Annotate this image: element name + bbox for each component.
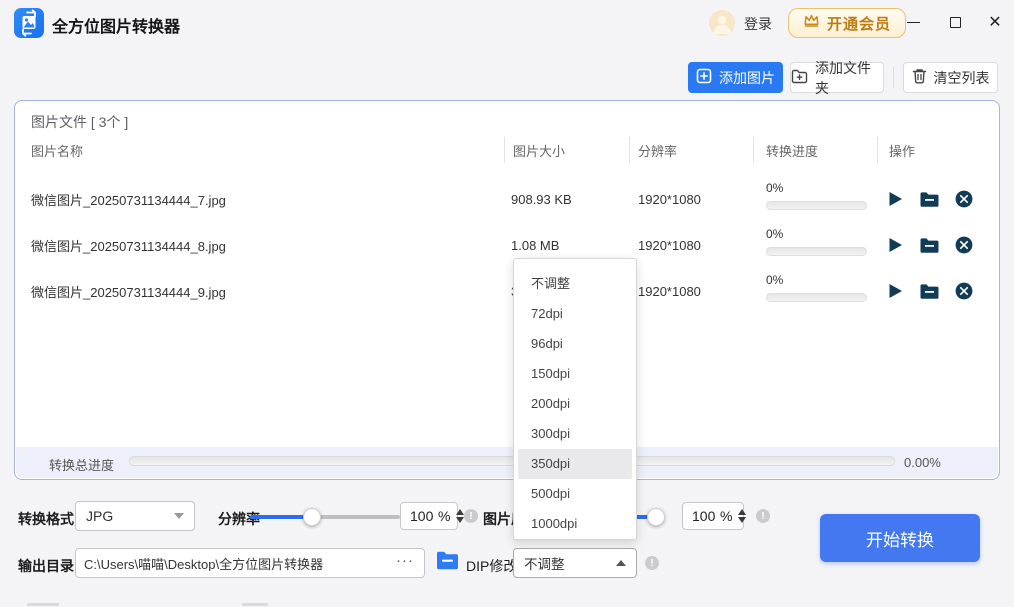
format-label: 转换格式 [18, 509, 74, 529]
file-resolution: 1920*1080 [638, 176, 701, 222]
app-title: 全方位图片转换器 [52, 13, 180, 37]
file-name: 微信图片_20250731134444_9.jpg [31, 268, 226, 314]
row-progress-label: 0% [766, 227, 783, 241]
open-folder-icon[interactable] [920, 190, 939, 209]
quality-slider-handle[interactable] [647, 508, 665, 526]
login-link[interactable]: 登录 [744, 14, 772, 34]
resolution-slider[interactable] [250, 515, 400, 519]
resolution-input[interactable] [410, 508, 438, 524]
menu-item-highlighted[interactable]: 350dpi [518, 449, 632, 479]
file-resolution: 1920*1080 [638, 222, 701, 268]
menu-item[interactable]: 1000dpi [518, 509, 632, 539]
column-divider [629, 137, 630, 163]
info-icon[interactable]: ! [645, 556, 659, 570]
play-icon[interactable] [886, 282, 905, 301]
dip-dropdown-menu: 不调整 72dpi 96dpi 150dpi 200dpi 300dpi 350… [513, 258, 637, 540]
vip-label: 开通会员 [827, 13, 891, 34]
add-image-button[interactable]: 添加图片 [688, 62, 783, 93]
format-select[interactable]: JPG [75, 501, 195, 531]
output-path-input[interactable] [76, 556, 392, 571]
remove-icon[interactable] [954, 190, 973, 209]
quality-input[interactable] [692, 508, 720, 524]
start-convert-button[interactable]: 开始转换 [820, 514, 980, 562]
column-header-size: 图片大小 [513, 141, 565, 160]
total-progress-strip: 转换总进度 0.00% [16, 447, 998, 478]
menu-item[interactable]: 96dpi [518, 329, 632, 359]
clear-list-button[interactable]: 清空列表 [903, 62, 998, 93]
output-dir-label: 输出目录 [18, 556, 74, 576]
column-header-name: 图片名称 [31, 141, 83, 160]
file-size: 908.93 KB [511, 176, 572, 222]
maximize-button[interactable] [940, 8, 970, 36]
file-name: 微信图片_20250731134444_7.jpg [31, 176, 226, 222]
open-folder-icon[interactable] [920, 282, 939, 301]
taskbar-artifact [27, 603, 59, 606]
row-progress-bar [766, 293, 867, 302]
file-list-panel: 图片文件 [ 3个 ] 图片名称 图片大小 分辨率 转换进度 操作 微信图片_2… [14, 100, 1000, 480]
column-divider [877, 137, 878, 163]
row-progress-label: 0% [766, 273, 783, 287]
chevron-down-icon [174, 513, 184, 519]
dip-select[interactable]: 不调整 [513, 548, 637, 578]
remove-icon[interactable] [954, 236, 973, 255]
column-header-actions: 操作 [889, 141, 915, 160]
row-progress-bar [766, 201, 867, 210]
browse-button[interactable]: ··· [392, 552, 424, 575]
column-divider [753, 137, 754, 163]
menu-item[interactable]: 300dpi [518, 419, 632, 449]
trash-icon [912, 68, 927, 87]
app-window: 全方位图片转换器 登录 开通会员 ✕ [0, 0, 1014, 607]
total-progress-bar [129, 456, 895, 466]
crown-icon [803, 13, 820, 33]
column-header-progress: 转换进度 [766, 141, 818, 160]
resolution-slider-handle[interactable] [303, 508, 321, 526]
toolbar-divider [893, 67, 894, 88]
minimize-icon [907, 22, 920, 23]
app-logo-icon [14, 8, 44, 38]
dip-label: DIP修改 [466, 556, 517, 576]
add-folder-button[interactable]: 添加文件夹 [790, 62, 884, 93]
maximize-icon [950, 17, 961, 28]
file-resolution: 1920*1080 [638, 268, 701, 314]
info-icon[interactable]: ! [464, 509, 478, 523]
table-row[interactable]: 微信图片_20250731134444_9.jpg 3 1920*1080 0% [15, 268, 999, 314]
spinner-arrows-icon[interactable] [738, 509, 746, 523]
quality-spinner[interactable]: % [682, 502, 744, 530]
menu-item[interactable]: 不调整 [518, 269, 632, 299]
row-progress-label: 0% [766, 181, 783, 195]
play-icon[interactable] [886, 190, 905, 209]
add-image-icon [696, 68, 712, 87]
file-count-title: 图片文件 [ 3个 ] [31, 112, 128, 132]
output-folder-icon[interactable] [436, 551, 459, 575]
file-name: 微信图片_20250731134444_8.jpg [31, 222, 226, 268]
info-icon[interactable]: ! [756, 509, 770, 523]
open-folder-icon[interactable] [920, 236, 939, 255]
resolution-spinner[interactable]: % [400, 502, 458, 530]
total-progress-value: 0.00% [904, 455, 941, 470]
menu-item[interactable]: 500dpi [518, 479, 632, 509]
chevron-up-icon [616, 560, 626, 566]
vip-button[interactable]: 开通会员 [788, 8, 906, 38]
close-button[interactable]: ✕ [980, 8, 1010, 36]
column-divider [504, 137, 505, 163]
avatar[interactable] [709, 10, 735, 36]
minimize-button[interactable] [898, 8, 928, 36]
titlebar: 全方位图片转换器 登录 开通会员 ✕ [0, 0, 1014, 46]
menu-item[interactable]: 150dpi [518, 359, 632, 389]
menu-item[interactable]: 200dpi [518, 389, 632, 419]
play-icon[interactable] [886, 236, 905, 255]
row-progress-bar [766, 247, 867, 256]
table-row[interactable]: 微信图片_20250731134444_8.jpg 1.08 MB 1920*1… [15, 222, 999, 268]
total-progress-label: 转换总进度 [49, 455, 114, 474]
taskbar-artifact [242, 603, 268, 606]
column-header-resolution: 分辨率 [638, 141, 677, 160]
output-path-field[interactable]: ··· [75, 548, 425, 578]
table-row[interactable]: 微信图片_20250731134444_7.jpg 908.93 KB 1920… [15, 176, 999, 222]
add-folder-icon [791, 69, 808, 87]
remove-icon[interactable] [954, 282, 973, 301]
menu-item[interactable]: 72dpi [518, 299, 632, 329]
resolution-label: 分辨率 [218, 509, 260, 529]
